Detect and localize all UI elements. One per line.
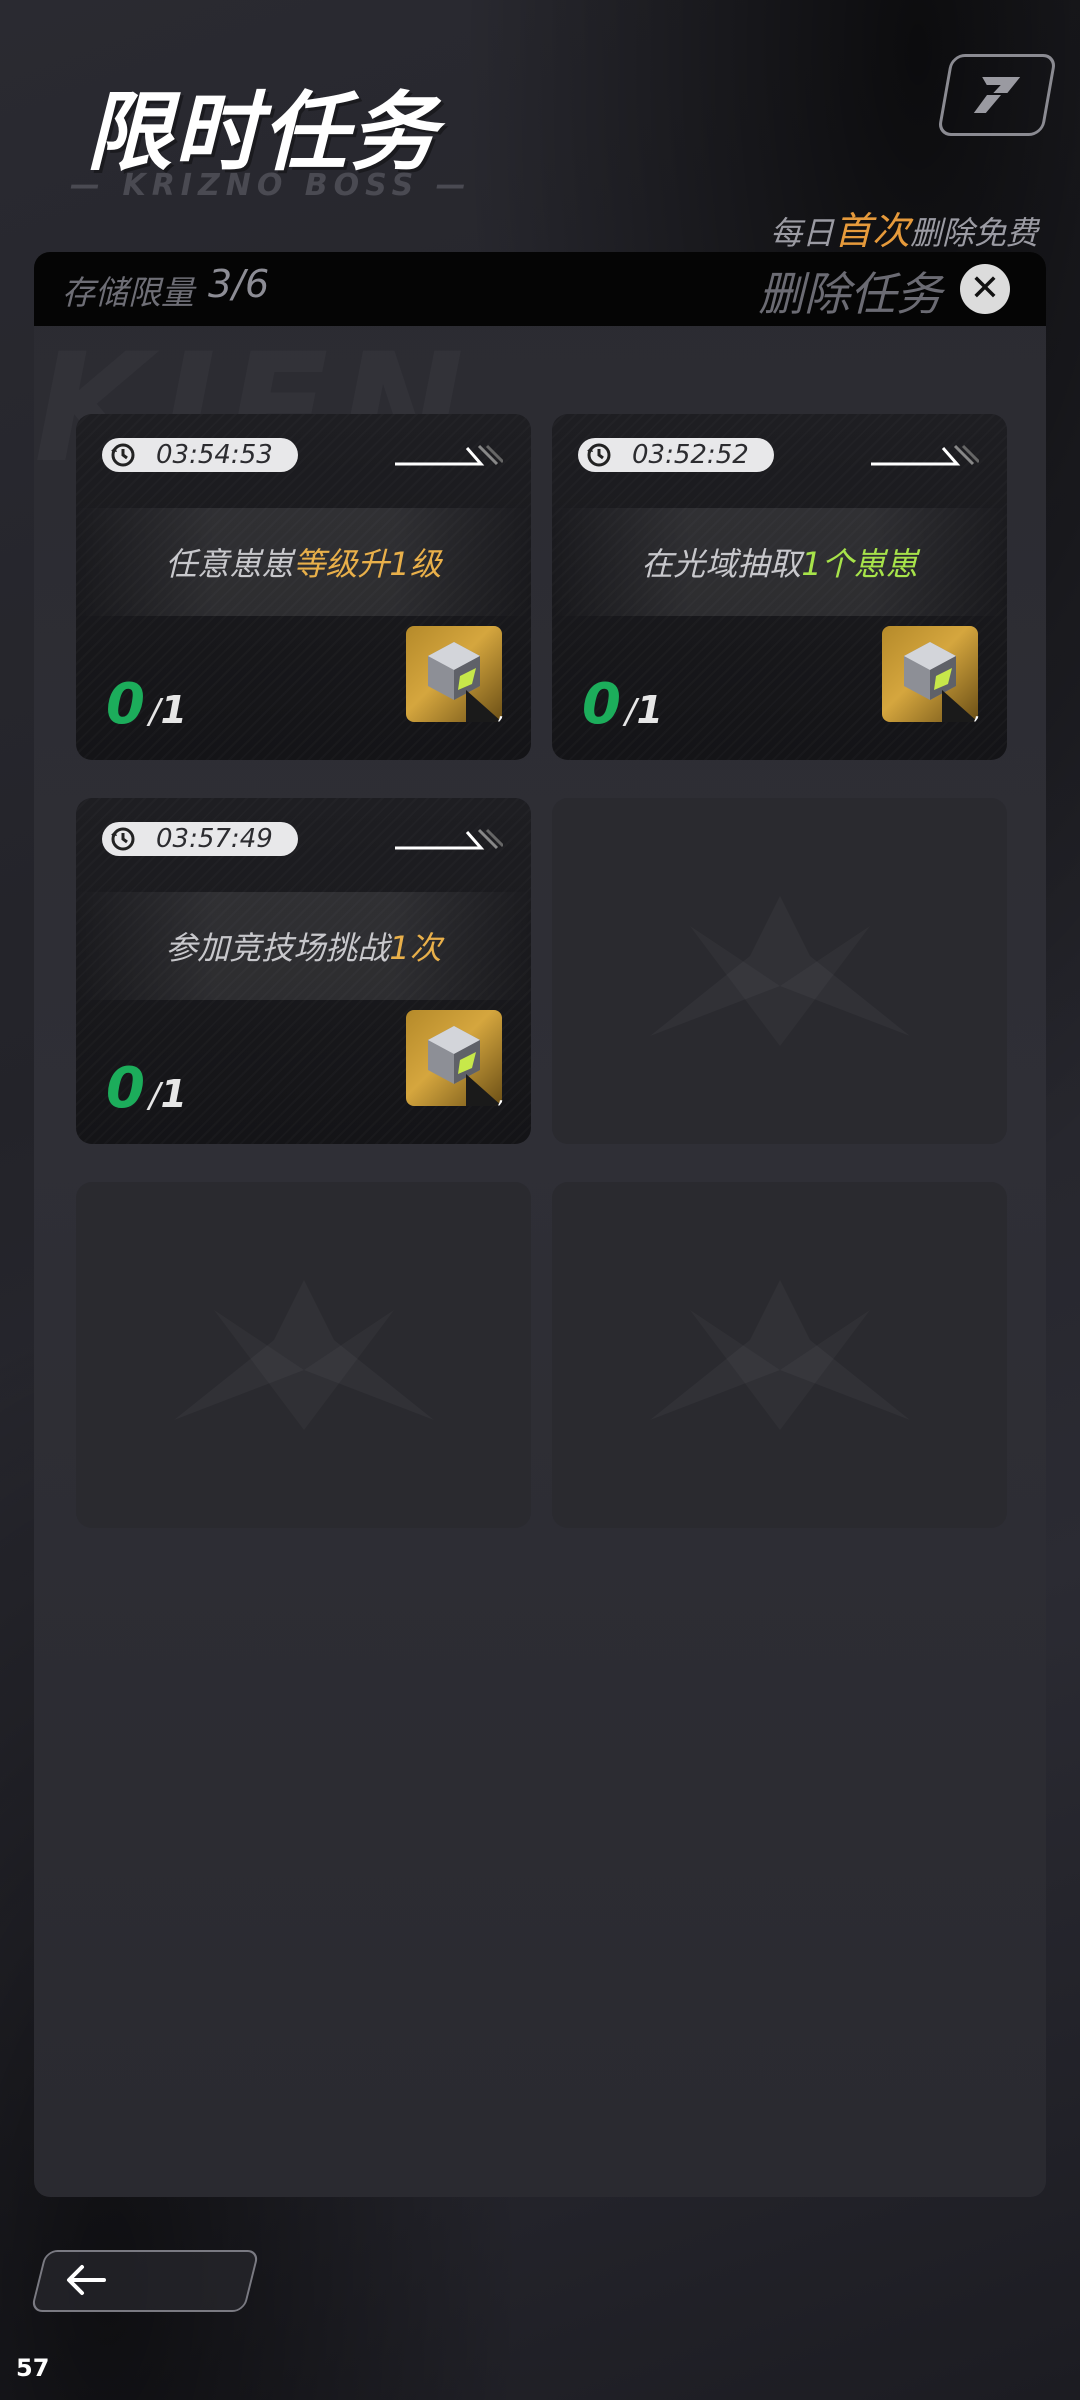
timer-text: 03:57:49 [156, 824, 273, 854]
reward-count: , [498, 1084, 505, 1109]
clock-icon [584, 440, 614, 470]
close-icon[interactable]: ✕ [960, 264, 1010, 314]
limited-tasks-screen: 限时任务 — KRIZNO BOSS — 每日首次删除免费 KIEN 存储限量 … [0, 0, 1080, 2400]
speed-lines-icon [395, 828, 503, 850]
task-progress: 0/1 [582, 672, 663, 737]
task-progress: 0/1 [106, 672, 187, 737]
speed-lines-icon [395, 444, 503, 466]
progress-current: 0 [106, 1056, 145, 1121]
delete-task-label[interactable]: 删除任务 [758, 258, 942, 324]
task-text: 任意崽崽 [165, 545, 294, 583]
empty-slot-emblem-icon [630, 1270, 930, 1440]
task-text-highlight: 1个崽崽 [801, 545, 918, 583]
free-note-suffix: 删除免费 [909, 214, 1038, 252]
progress-total: 1 [160, 1072, 187, 1116]
storage-value: 3/6 [208, 262, 270, 306]
fps-counter: 57 [16, 2354, 50, 2382]
reward-count: , [498, 700, 505, 725]
storage-label: 存储限量 [62, 273, 194, 312]
timer-text: 03:54:53 [156, 440, 273, 470]
daily-free-delete-note: 每日首次删除免费 [770, 200, 1038, 255]
task-timer: 03:54:53 [102, 438, 298, 472]
cube-reward-icon[interactable] [406, 1010, 502, 1106]
free-note-prefix: 每日 [769, 214, 834, 252]
empty-slot-emblem-icon [630, 886, 930, 1056]
task-timer: 03:57:49 [102, 822, 298, 856]
task-text: 参加竞技场挑战 [165, 929, 390, 967]
task-progress: 0/1 [106, 1056, 187, 1121]
progress-total: 1 [160, 688, 187, 732]
clock-icon [108, 440, 138, 470]
reward-count: , [974, 700, 981, 725]
free-note-highlight: 首次 [833, 209, 910, 253]
game-logo-icon[interactable] [936, 54, 1058, 136]
progress-current: 0 [582, 672, 621, 737]
progress-total: 1 [636, 688, 663, 732]
progress-current: 0 [106, 672, 145, 737]
cube-reward-icon[interactable] [406, 626, 502, 722]
task-text-highlight: 等级升1级 [293, 545, 442, 583]
speed-lines-icon [871, 444, 979, 466]
task-timer: 03:52:52 [578, 438, 774, 472]
task-card[interactable]: 03:54:53 任意崽崽 等级升1级 0/1 , [76, 414, 531, 760]
task-card[interactable]: 03:52:52 在光域抽取 1个崽崽 0/1 , [552, 414, 1007, 760]
progress-separator: / [148, 692, 161, 732]
progress-separator: / [148, 1076, 161, 1116]
timer-text: 03:52:52 [632, 440, 749, 470]
task-card[interactable]: 03:57:49 参加竞技场挑战 1次 0/1 , [76, 798, 531, 1144]
empty-slot-emblem-icon [154, 1270, 454, 1440]
task-description: 任意崽崽 等级升1级 [76, 508, 531, 616]
page-subtitle: — KRIZNO BOSS — [70, 168, 472, 203]
empty-task-slot [76, 1182, 531, 1528]
task-text-highlight: 1次 [389, 929, 442, 967]
task-description: 参加竞技场挑战 1次 [76, 892, 531, 1000]
arrow-left-icon[interactable] [64, 2258, 108, 2302]
progress-separator: / [624, 692, 637, 732]
clock-icon [108, 824, 138, 854]
task-text: 在光域抽取 [641, 545, 802, 583]
empty-task-slot [552, 1182, 1007, 1528]
cube-reward-icon[interactable] [882, 626, 978, 722]
task-description: 在光域抽取 1个崽崽 [552, 508, 1007, 616]
panel-topbar: 存储限量 3/6 删除任务 ✕ [34, 252, 1046, 326]
task-panel: KIEN 存储限量 3/6 删除任务 ✕ 03:54:53 任意崽崽等级升1级 … [34, 252, 1046, 2197]
empty-task-slot [552, 798, 1007, 1144]
